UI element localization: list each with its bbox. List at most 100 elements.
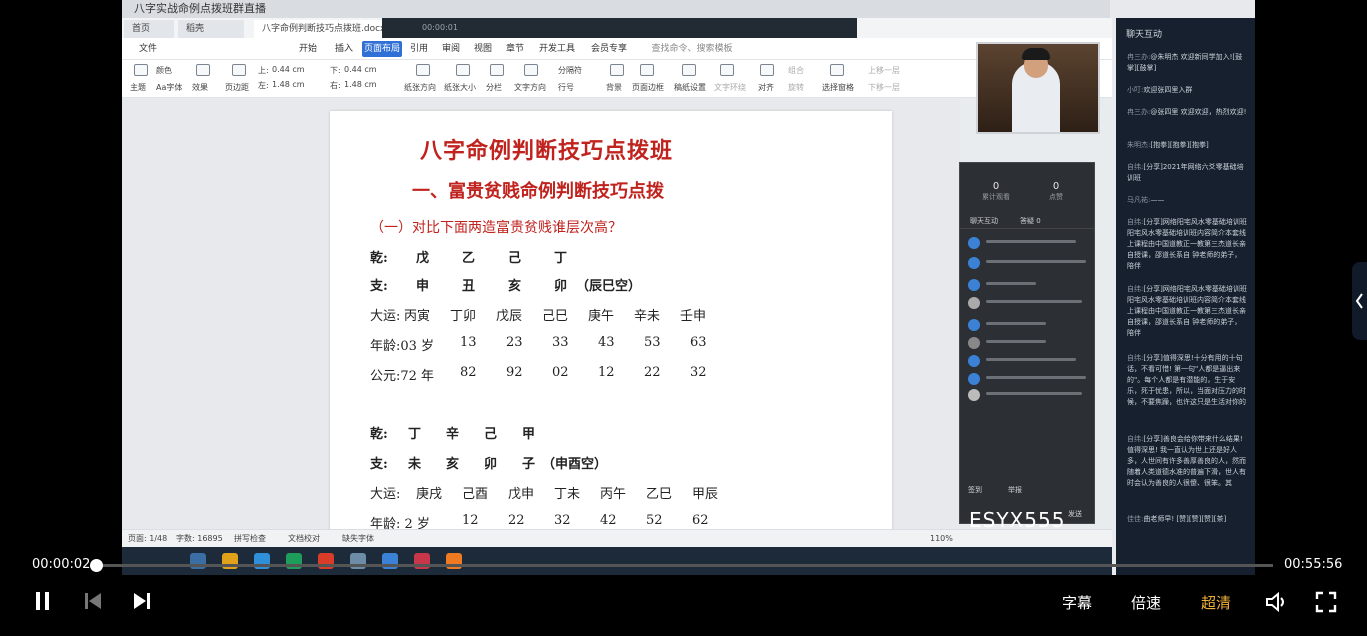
message-text: [分享]网络阳宅风水零基础培训班 阳宅风水零基础培训班内容简介本套线上课程由中国…	[1127, 285, 1247, 337]
age-item: 52	[646, 513, 663, 528]
stem: 戊	[416, 251, 430, 266]
ribbon-text-direction[interactable]: 文字方向	[514, 82, 546, 93]
ribbon-line-number[interactable]: 行号	[558, 82, 574, 93]
ribbon-font[interactable]: Aa字体	[156, 82, 182, 93]
ribbon-background[interactable]: 背景	[606, 82, 622, 93]
ribbon-margin[interactable]: 页边距	[225, 82, 249, 93]
ribbon-selection-pane[interactable]: 选择窗格	[822, 82, 854, 93]
quality-button[interactable]: 超清	[1201, 592, 1231, 613]
doc-question: （一）对比下面两造富贵贫贱谁层次高？	[370, 220, 622, 236]
avatar	[968, 337, 980, 349]
text-direction-icon[interactable]	[524, 64, 538, 76]
ribbon-bring-forward[interactable]: 上移一层	[868, 65, 900, 76]
chat-message	[968, 237, 1088, 251]
margin-bottom-value[interactable]: 0.44 cm	[344, 65, 377, 74]
dayun-item: 庚戌	[416, 487, 443, 502]
branch: 亥	[508, 279, 522, 294]
ribbon-size[interactable]: 纸张大小	[444, 82, 476, 93]
background-icon[interactable]	[610, 64, 624, 76]
command-search[interactable]: 查找命令、搜索模板	[642, 38, 742, 60]
effect-icon[interactable]	[196, 64, 210, 76]
pause-icon	[36, 592, 49, 610]
ribbon-wrap[interactable]: 文字环绕	[714, 82, 746, 93]
zoom-level[interactable]: 110%	[930, 530, 953, 548]
menu-file[interactable]: 文件	[130, 38, 166, 60]
volume-button[interactable]	[1265, 591, 1289, 617]
margin-top-value[interactable]: 0.44 cm	[272, 65, 305, 74]
missing-font[interactable]: 缺失字体	[342, 530, 374, 548]
align-icon[interactable]	[760, 64, 774, 76]
ribbon-theme[interactable]: 主题	[130, 82, 146, 93]
previous-button[interactable]	[83, 591, 103, 615]
menu-layout[interactable]: 页面布局	[362, 41, 402, 57]
message-text: @张四里 欢迎欢迎，热烈欢迎!	[1150, 108, 1247, 116]
ribbon-color[interactable]: 颜色	[156, 65, 172, 76]
spell-check[interactable]: 拼写检查	[234, 530, 266, 548]
menu-references[interactable]: 引用	[404, 38, 434, 60]
columns-icon[interactable]	[490, 64, 504, 76]
margin-right-value[interactable]: 1.48 cm	[344, 80, 377, 89]
word-count: 字数: 16895	[176, 534, 223, 543]
chat-tabs: 聊天互动 答疑 0	[960, 213, 1094, 229]
age-label: 年龄:03 岁	[370, 339, 435, 354]
selection-pane-icon[interactable]	[830, 64, 844, 76]
message-text: [分享]值得深思!十分有用的十句话，不看可惜! 第一句"人都是逼出来的"。每个人…	[1127, 354, 1246, 406]
collapse-panel-handle[interactable]	[1352, 262, 1367, 340]
menu-home[interactable]: 开始	[290, 38, 326, 60]
progress-thumb[interactable]	[89, 559, 103, 572]
year-item: 92	[506, 365, 523, 380]
fullscreen-button[interactable]	[1315, 591, 1337, 617]
tab-chat[interactable]: 聊天互动	[970, 216, 998, 226]
document-proofread[interactable]: 文档校对	[288, 530, 320, 548]
ribbon-send-backward[interactable]: 下移一层	[868, 82, 900, 93]
pause-button[interactable]	[34, 591, 52, 615]
wrap-icon[interactable]	[720, 64, 734, 76]
menu-view[interactable]: 视图	[468, 38, 498, 60]
report-button[interactable]: 举报	[1008, 485, 1022, 495]
skip-forward-icon	[134, 593, 150, 609]
dayun-item: 戊申	[508, 487, 535, 502]
ribbon-group[interactable]: 组合	[788, 65, 804, 76]
sender: 自纬:	[1127, 218, 1144, 226]
next-button[interactable]	[132, 591, 152, 615]
menu-developer[interactable]: 开发工具	[532, 38, 582, 60]
year-item: 12	[598, 365, 615, 380]
sidebar-message: 自纬:[分享]网络阳宅风水零基础培训班 阳宅风水零基础培训班内容简介本套线上课程…	[1127, 284, 1247, 339]
tab-home[interactable]: 首页	[124, 20, 174, 38]
ribbon-effect[interactable]: 效果	[192, 82, 208, 93]
dayun-item: 己酉	[462, 487, 489, 502]
margin-icon[interactable]	[232, 64, 246, 76]
orientation-icon[interactable]	[416, 64, 430, 76]
ribbon-orientation[interactable]: 纸张方向	[404, 82, 436, 93]
menu-chapter[interactable]: 章节	[500, 38, 530, 60]
ribbon-paper-settings[interactable]: 稿纸设置	[674, 82, 706, 93]
size-icon[interactable]	[456, 64, 470, 76]
ribbon-align[interactable]: 对齐	[758, 82, 774, 93]
paper-settings-icon[interactable]	[682, 64, 696, 76]
dayun-item: 丙寅	[404, 309, 431, 324]
webcam-feed[interactable]	[976, 42, 1100, 134]
send-button[interactable]: 发送	[1068, 509, 1082, 519]
margin-left-value[interactable]: 1.48 cm	[272, 80, 305, 89]
ribbon-breaks[interactable]: 分隔符	[558, 65, 582, 76]
menu-member[interactable]: 会员专享	[584, 38, 634, 60]
live-chat-overlay: 0 累计观看 0 点赞 聊天互动 答疑 0 签到 举报 发送	[959, 162, 1095, 524]
menu-insert[interactable]: 插入	[326, 38, 362, 60]
speed-button[interactable]: 倍速	[1131, 592, 1161, 613]
tab-qa[interactable]: 答疑 0	[1020, 216, 1041, 226]
subtitles-button[interactable]: 字幕	[1062, 592, 1092, 613]
menu-review[interactable]: 审阅	[436, 38, 466, 60]
age-item: 53	[644, 335, 661, 350]
ribbon-columns[interactable]: 分栏	[486, 82, 502, 93]
sidebar-message: 马凡祐:——	[1127, 195, 1247, 206]
tab-draft[interactable]: 稻壳	[178, 20, 244, 38]
ribbon-rotate[interactable]: 旋转	[788, 82, 804, 93]
chat-sidebar: 聊天互动 冉三办:@朱明杰 欢迎新同学加入![鼓掌][鼓掌] 小叮:欢迎张四里入…	[1116, 18, 1255, 575]
ribbon-page-border[interactable]: 页面边框	[632, 82, 664, 93]
theme-icon[interactable]	[134, 64, 148, 76]
branch: 子	[522, 457, 536, 472]
document-page[interactable]: 八字命例判断技巧点拨班 一、富贵贫贱命例判断技巧点拨 （一）对比下面两造富贵贫贱…	[330, 111, 892, 532]
progress-track[interactable]	[96, 564, 1273, 567]
page-border-icon[interactable]	[640, 64, 654, 76]
checkin-button[interactable]: 签到	[968, 485, 982, 495]
